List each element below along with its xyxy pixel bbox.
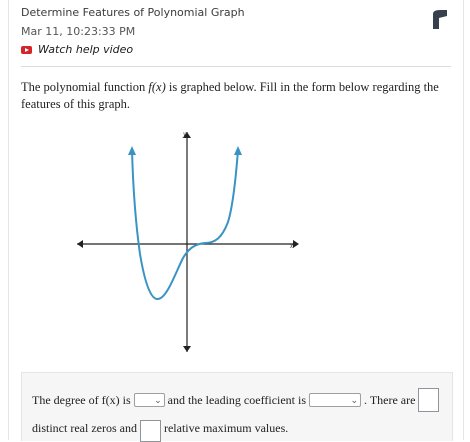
chevron-down-icon: ⌄ bbox=[350, 394, 359, 405]
relative-maximum-input[interactable] bbox=[139, 420, 161, 442]
video-play-icon bbox=[21, 45, 32, 54]
leading-coefficient-select[interactable]: ⌄ bbox=[309, 393, 362, 407]
bookmark-icon[interactable] bbox=[431, 8, 449, 30]
degree-label: The degree of f(x) is bbox=[32, 392, 131, 407]
distinct-zeros-input[interactable] bbox=[418, 388, 440, 412]
answer-form: The degree of f(x) is ⌄ and the leading … bbox=[21, 372, 453, 442]
degree-select[interactable]: ⌄ bbox=[133, 393, 165, 407]
polynomial-curve bbox=[131, 149, 239, 300]
leading-coefficient-label: and the leading coefficient is bbox=[167, 392, 307, 407]
question-prompt: The polynomial function f(x) is graphed … bbox=[21, 79, 441, 113]
chevron-down-icon: ⌄ bbox=[154, 394, 162, 405]
relative-maximum-label: relative maximum values. bbox=[163, 420, 289, 435]
header: Determine Features of Polynomial Graph M… bbox=[21, 4, 451, 64]
answer-line-1: The degree of f(x) is ⌄ and the leading … bbox=[32, 388, 442, 412]
timestamp: Mar 11, 10:23:33 PM bbox=[21, 25, 136, 38]
curve-arrow-left bbox=[128, 146, 136, 155]
page-title: Determine Features of Polynomial Graph bbox=[21, 6, 245, 19]
curve-arrow-right bbox=[234, 146, 242, 155]
function-name: f(x) bbox=[148, 80, 166, 94]
help-link-label: Watch help video bbox=[38, 43, 134, 56]
there-are-label: . There are bbox=[364, 392, 416, 407]
polynomial-graph: x y bbox=[77, 130, 299, 352]
header-divider bbox=[21, 66, 451, 67]
prompt-text-before: The polynomial function bbox=[21, 80, 149, 94]
watch-help-video-link[interactable]: Watch help video bbox=[21, 43, 133, 56]
distinct-zeros-label: distinct real zeros and bbox=[32, 420, 137, 435]
question-panel: Determine Features of Polynomial Graph M… bbox=[8, 0, 464, 442]
x-axis-arrow-right bbox=[293, 240, 299, 248]
y-axis-arrow-bottom bbox=[183, 346, 191, 352]
x-axis-arrow-left bbox=[77, 240, 83, 248]
answer-line-2: distinct real zeros and relative maximum… bbox=[32, 414, 288, 442]
